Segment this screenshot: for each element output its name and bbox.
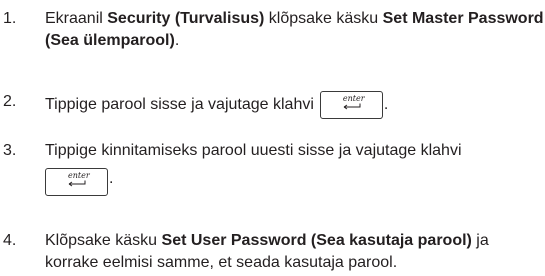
step-text: Ekraanil Security (Turvalisus) klõpsake … — [45, 8, 545, 52]
security-menu-name: Security (Turvalisus) — [107, 10, 265, 27]
step-text-suffix: . — [109, 170, 114, 188]
step-text-prefix: Ekraanil — [45, 10, 108, 27]
enter-key-icon: enter — [319, 91, 383, 119]
step-text-main: Tippige parool sisse ja vajutage klahvi — [45, 96, 314, 114]
return-arrow-icon — [68, 180, 86, 187]
step-number: 1. — [3, 10, 17, 27]
step-text-prefix: Klõpsake käsku — [45, 232, 162, 249]
step-text: Tippige kinnitamiseks parool uuesti siss… — [45, 140, 545, 196]
step-text-suffix: . — [174, 32, 180, 49]
step-text-suffix: . — [383, 96, 389, 114]
step-number: 2. — [3, 93, 17, 110]
step-text-main: Tippige kinnitamiseks parool uuesti siss… — [45, 142, 462, 159]
step-text-middle: klõpsake käsku — [264, 10, 383, 27]
step-text: Klõpsake käsku Set User Password (Sea ka… — [45, 230, 545, 274]
return-arrow-icon — [343, 103, 361, 110]
enter-key-label: enter — [342, 94, 365, 103]
step-number: 4. — [3, 232, 17, 249]
enter-key-label: enter — [68, 171, 90, 180]
step-number: 3. — [3, 142, 17, 159]
enter-key-icon: enter — [45, 168, 108, 196]
step-text: Tippige parool sisse ja vajutage klahvi e… — [45, 91, 545, 119]
set-user-password-command: Set User Password (Sea kasutaja parool) — [161, 232, 472, 249]
